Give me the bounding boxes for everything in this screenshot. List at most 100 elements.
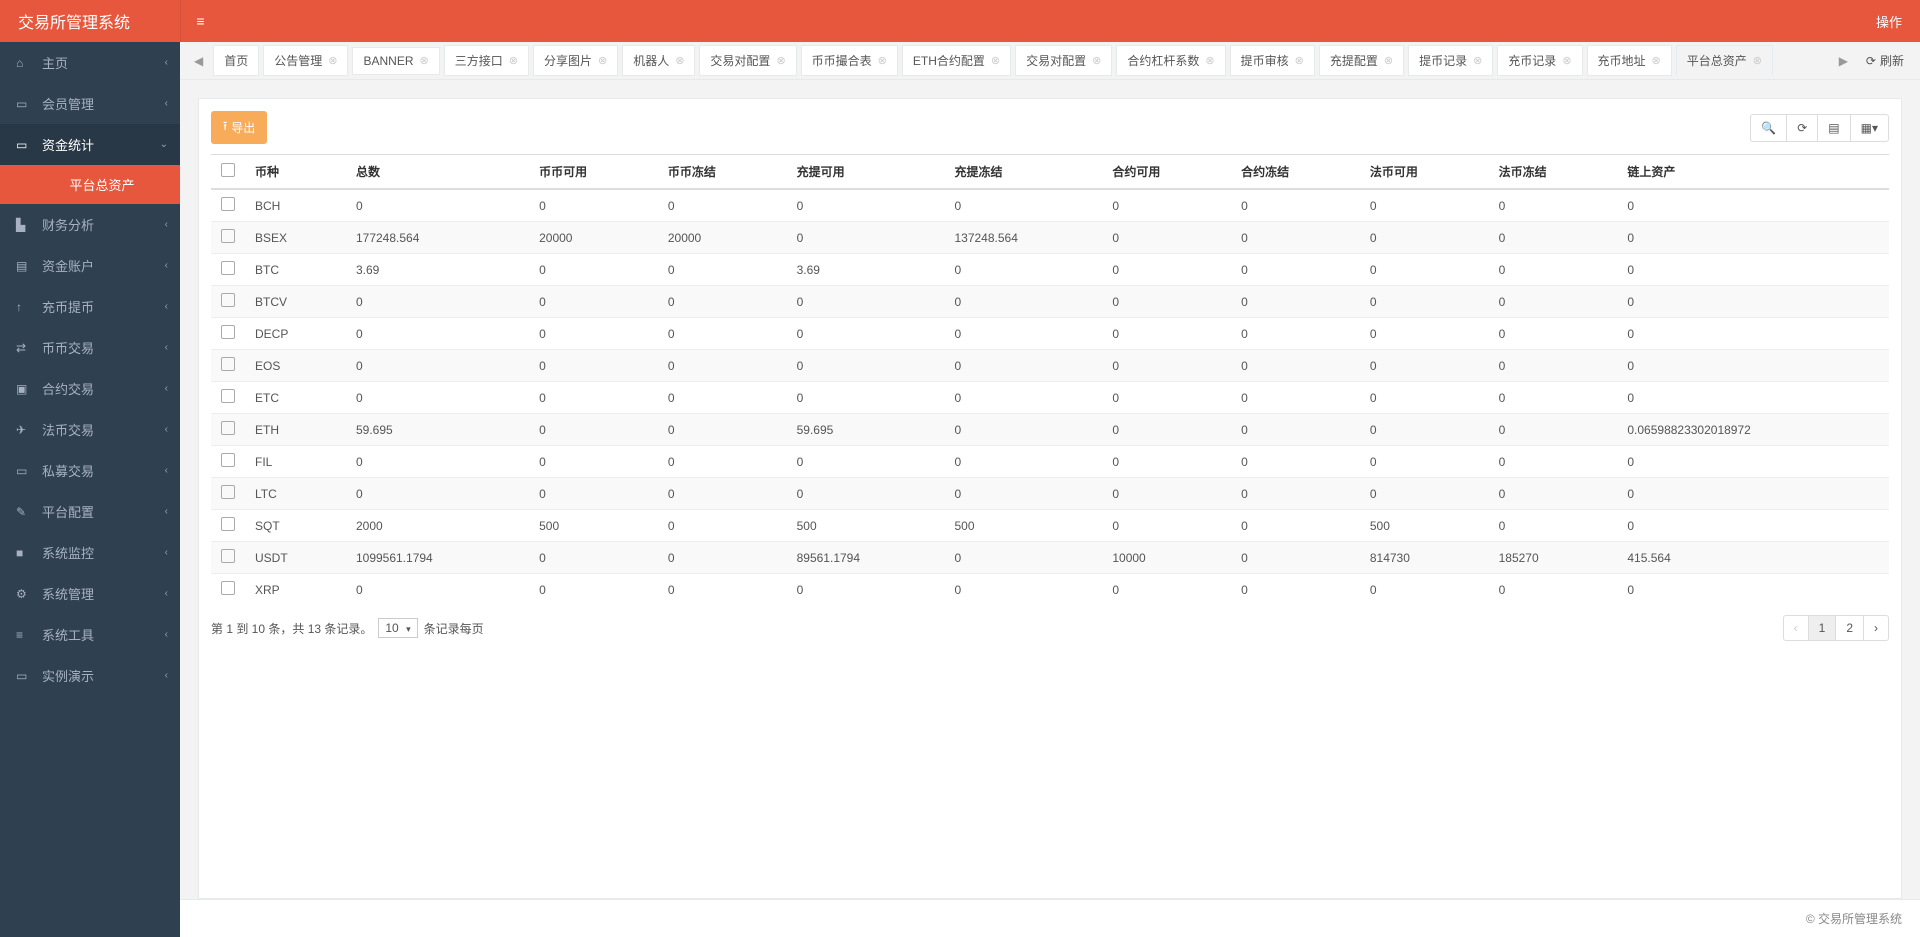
close-icon[interactable]: ⊗	[675, 54, 684, 67]
tabs-scroll-right-icon[interactable]: ▶	[1831, 54, 1856, 68]
sidebar-item-stats[interactable]: ▭资金统计⌄	[0, 124, 180, 165]
close-icon[interactable]: ⊗	[1205, 54, 1214, 67]
tab-提币记录[interactable]: 提币记录⊗	[1408, 45, 1493, 76]
column-header[interactable]: 币种	[245, 155, 346, 190]
row-checkbox[interactable]	[221, 549, 235, 563]
row-checkbox[interactable]	[221, 453, 235, 467]
page-size-select[interactable]: 10 ▾	[378, 618, 417, 638]
export-button[interactable]: ⭱ 导出	[211, 111, 267, 144]
tab-平台总资产[interactable]: 平台总资产⊗	[1676, 45, 1773, 76]
search-icon[interactable]: 🔍	[1751, 115, 1786, 141]
table-row[interactable]: ETH59.6950059.695000000.0659882330201897…	[211, 414, 1889, 446]
sidebar-item-account[interactable]: ▤资金账户‹	[0, 245, 180, 286]
column-header[interactable]: 币币冻结	[658, 155, 787, 190]
sidebar-item-deposit[interactable]: ↑充币提币‹	[0, 286, 180, 327]
row-checkbox[interactable]	[221, 485, 235, 499]
close-icon[interactable]: ⊗	[1473, 54, 1482, 67]
sidebar-item-fiat[interactable]: ✈法币交易‹	[0, 409, 180, 450]
table-row[interactable]: BSEX177248.56420000200000137248.56400000	[211, 222, 1889, 254]
table-row[interactable]: XRP0000000000	[211, 574, 1889, 606]
table-row[interactable]: BTCV0000000000	[211, 286, 1889, 318]
row-checkbox[interactable]	[221, 229, 235, 243]
hamburger-icon[interactable]: ≡	[180, 0, 220, 42]
tabs-scroll-left-icon[interactable]: ◀	[186, 54, 211, 68]
tab-机器人[interactable]: 机器人⊗	[622, 45, 695, 76]
table-row[interactable]: EOS0000000000	[211, 350, 1889, 382]
tab-首页[interactable]: 首页	[213, 45, 259, 76]
close-icon[interactable]: ⊗	[1753, 54, 1762, 67]
column-header[interactable]: 法币冻结	[1489, 155, 1618, 190]
table-row[interactable]: FIL0000000000	[211, 446, 1889, 478]
close-icon[interactable]: ⊗	[598, 54, 607, 67]
row-checkbox[interactable]	[221, 421, 235, 435]
table-row[interactable]: LTC0000000000	[211, 478, 1889, 510]
tab-充提配置[interactable]: 充提配置⊗	[1319, 45, 1404, 76]
close-icon[interactable]: ⊗	[1384, 54, 1393, 67]
sidebar-item-finance[interactable]: ▙财务分析‹	[0, 204, 180, 245]
row-checkbox[interactable]	[221, 325, 235, 339]
page-prev[interactable]: ‹	[1784, 616, 1808, 640]
column-header[interactable]: 总数	[346, 155, 529, 190]
page-1[interactable]: 1	[1808, 616, 1836, 640]
tab-合约杠杆系数[interactable]: 合约杠杆系数⊗	[1116, 45, 1225, 76]
table-row[interactable]: SQT200050005005000050000	[211, 510, 1889, 542]
close-icon[interactable]: ⊗	[1092, 54, 1101, 67]
row-checkbox[interactable]	[221, 197, 235, 211]
sidebar-item-member[interactable]: ▭会员管理‹	[0, 83, 180, 124]
sidebar-item-monitor[interactable]: ■系统监控‹	[0, 532, 180, 573]
refresh-button[interactable]: ⟳ 刷新	[1856, 52, 1914, 69]
close-icon[interactable]: ⊗	[509, 54, 518, 67]
close-icon[interactable]: ⊗	[1562, 54, 1571, 67]
close-icon[interactable]: ⊗	[1295, 54, 1304, 67]
close-icon[interactable]: ⊗	[1652, 54, 1661, 67]
tab-交易对配置[interactable]: 交易对配置⊗	[699, 45, 796, 76]
table-row[interactable]: BCH0000000000	[211, 189, 1889, 222]
sidebar-item-private[interactable]: ▭私募交易‹	[0, 450, 180, 491]
columns-icon[interactable]: ▤	[1817, 115, 1849, 141]
table-row[interactable]: BTC3.69003.69000000	[211, 254, 1889, 286]
topbar-operation[interactable]: 操作	[1876, 12, 1920, 31]
select-all-checkbox[interactable]	[221, 163, 235, 177]
column-header[interactable]: 充提可用	[787, 155, 945, 190]
close-icon[interactable]: ⊗	[991, 54, 1000, 67]
page-2[interactable]: 2	[1835, 616, 1863, 640]
sidebar-item-demo[interactable]: ▭实例演示‹	[0, 655, 180, 696]
tab-ETH合约配置[interactable]: ETH合约配置⊗	[902, 45, 1011, 76]
reload-icon[interactable]: ⟳	[1786, 115, 1817, 141]
sidebar-item-spot[interactable]: ⇄币币交易‹	[0, 327, 180, 368]
column-header[interactable]: 链上资产	[1617, 155, 1889, 190]
table-row[interactable]: DECP0000000000	[211, 318, 1889, 350]
sidebar-item-home[interactable]: ⌂主页‹	[0, 42, 180, 83]
column-header[interactable]: 币币可用	[529, 155, 658, 190]
row-checkbox[interactable]	[221, 357, 235, 371]
table-row[interactable]: ETC0000000000	[211, 382, 1889, 414]
column-header[interactable]: 合约冻结	[1231, 155, 1360, 190]
tab-充币记录[interactable]: 充币记录⊗	[1497, 45, 1582, 76]
row-checkbox[interactable]	[221, 293, 235, 307]
column-header[interactable]: 充提冻结	[944, 155, 1102, 190]
sidebar-item-config[interactable]: ✎平台配置‹	[0, 491, 180, 532]
row-checkbox[interactable]	[221, 581, 235, 595]
sidebar-item-contract[interactable]: ▣合约交易‹	[0, 368, 180, 409]
column-header[interactable]: 合约可用	[1102, 155, 1231, 190]
row-checkbox[interactable]	[221, 389, 235, 403]
sidebar-item-tools[interactable]: ≡系统工具‹	[0, 614, 180, 655]
table-row[interactable]: USDT1099561.17940089561.1794010000081473…	[211, 542, 1889, 574]
close-icon[interactable]: ⊗	[776, 54, 785, 67]
tab-币币撮合表[interactable]: 币币撮合表⊗	[801, 45, 898, 76]
close-icon[interactable]: ⊗	[328, 54, 337, 67]
tab-分享图片[interactable]: 分享图片⊗	[533, 45, 618, 76]
row-checkbox[interactable]	[221, 517, 235, 531]
tab-交易对配置[interactable]: 交易对配置⊗	[1015, 45, 1112, 76]
page-next[interactable]: ›	[1863, 616, 1888, 640]
tab-BANNER[interactable]: BANNER⊗	[352, 47, 439, 75]
close-icon[interactable]: ⊗	[878, 54, 887, 67]
close-icon[interactable]: ⊗	[420, 54, 429, 67]
column-header[interactable]: 法币可用	[1360, 155, 1489, 190]
sidebar-subitem-platform-assets[interactable]: 平台总资产	[0, 165, 180, 204]
tab-三方接口[interactable]: 三方接口⊗	[444, 45, 529, 76]
row-checkbox[interactable]	[221, 261, 235, 275]
tab-充币地址[interactable]: 充币地址⊗	[1587, 45, 1672, 76]
tab-提币审核[interactable]: 提币审核⊗	[1230, 45, 1315, 76]
tab-公告管理[interactable]: 公告管理⊗	[263, 45, 348, 76]
